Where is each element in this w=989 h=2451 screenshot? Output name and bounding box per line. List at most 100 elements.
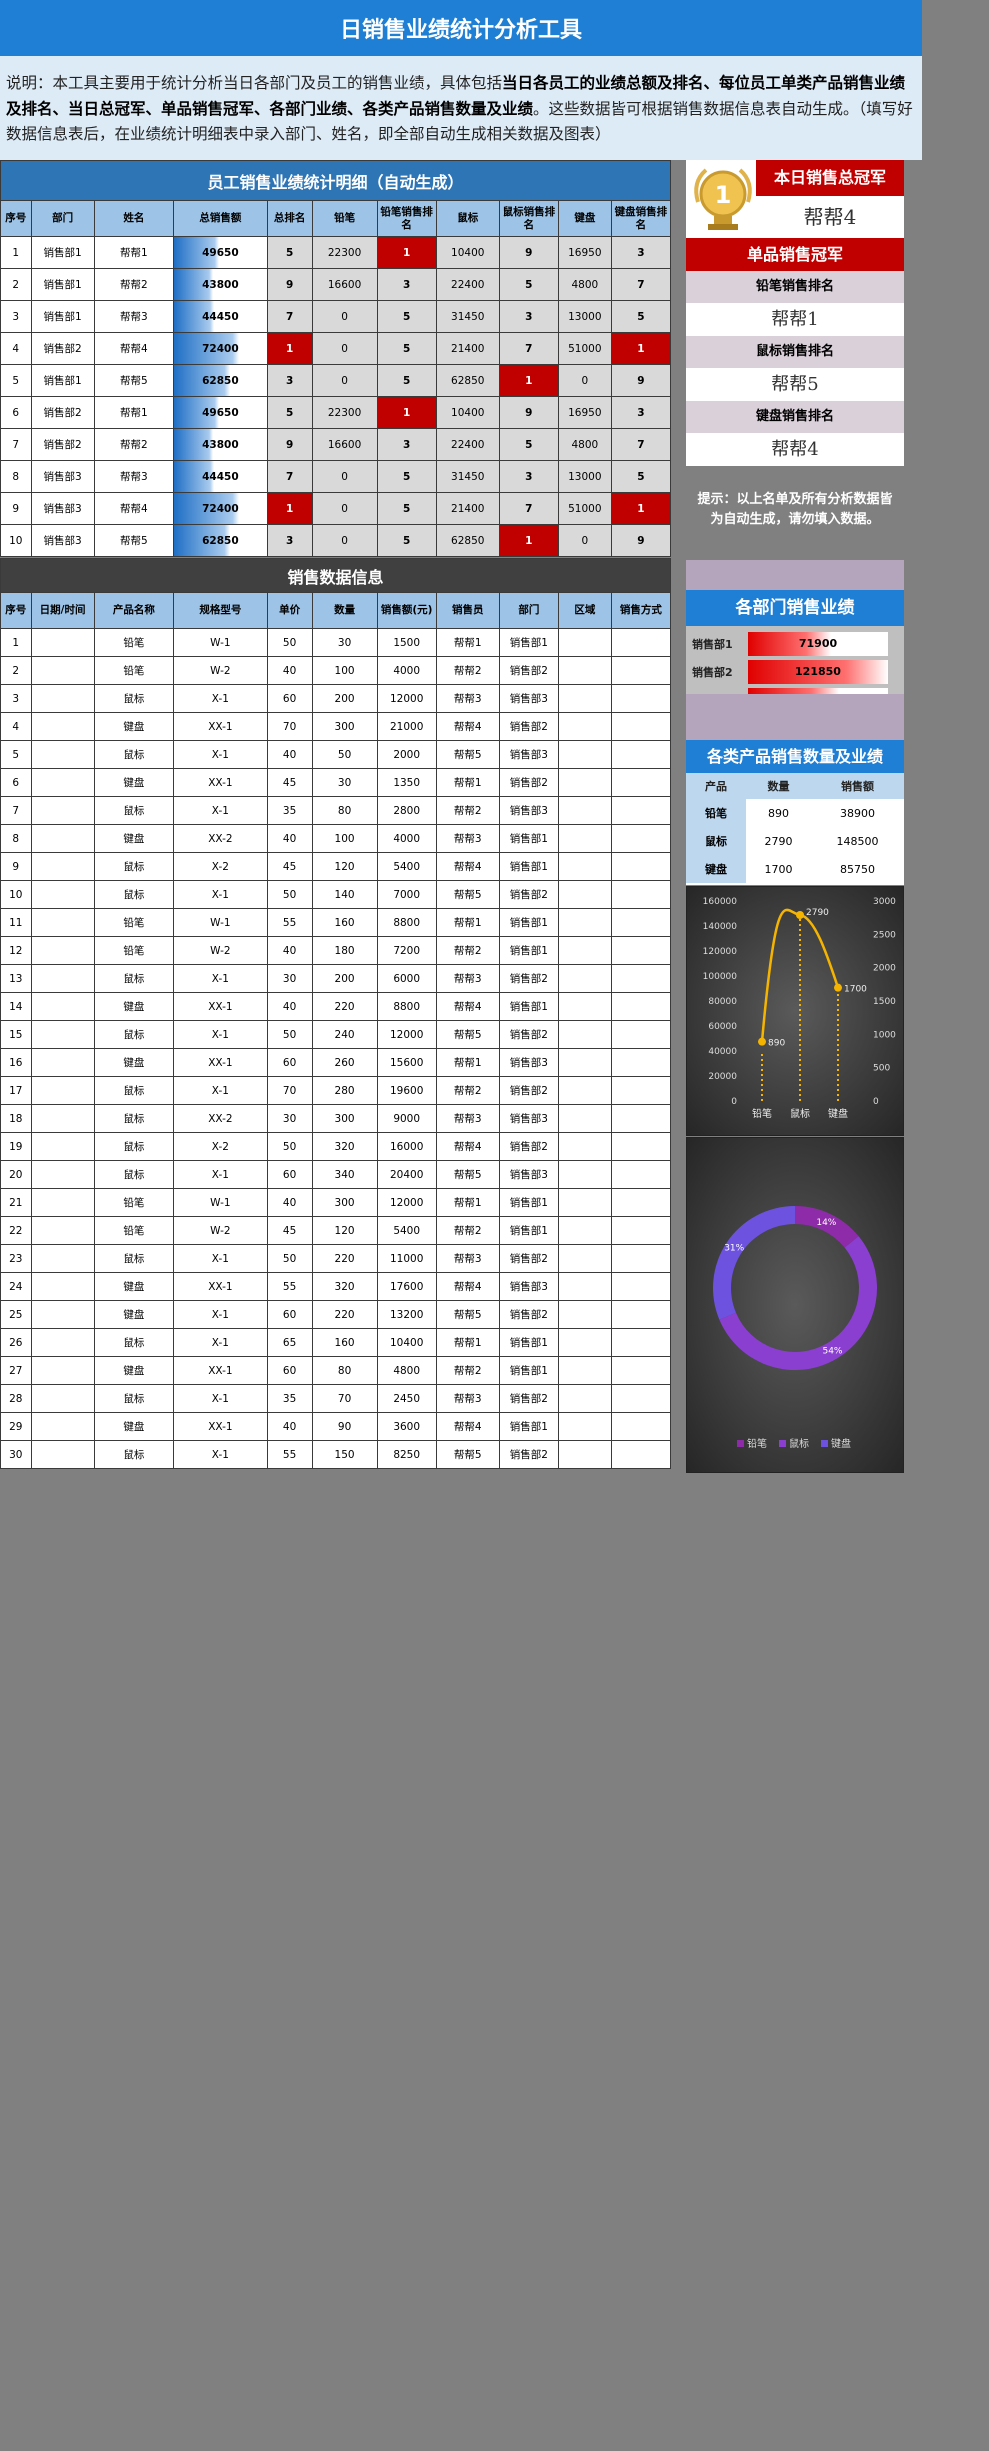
table-cell[interactable] (557, 1300, 612, 1329)
table-cell[interactable]: 140 (311, 880, 378, 909)
table-cell[interactable]: 帮帮2 (435, 936, 500, 965)
table-cell[interactable]: 键盘 (93, 1048, 175, 1077)
table-cell[interactable] (610, 824, 672, 853)
table-cell[interactable]: 200 (311, 964, 378, 993)
table-cell[interactable]: 2 (0, 656, 32, 685)
table-cell[interactable]: 11000 (376, 1244, 437, 1273)
table-cell[interactable]: 40 (266, 1188, 313, 1217)
table-cell[interactable]: 铅笔 (93, 1188, 175, 1217)
table-cell[interactable] (610, 1020, 672, 1049)
table-cell[interactable]: 60 (266, 1356, 313, 1385)
table-cell[interactable]: 销售部3 (498, 1272, 559, 1301)
table-cell[interactable]: 帮帮2 (435, 796, 500, 825)
table-cell[interactable]: 90 (311, 1412, 378, 1441)
table-cell[interactable]: 铅笔 (93, 656, 175, 685)
table-cell[interactable] (557, 1244, 612, 1273)
table-cell[interactable]: 30 (311, 768, 378, 797)
table-cell[interactable] (30, 1160, 95, 1189)
table-cell[interactable]: 7 (0, 796, 32, 825)
table-cell[interactable]: W-1 (173, 908, 268, 937)
table-cell[interactable]: 300 (311, 1104, 378, 1133)
table-cell[interactable]: 35 (266, 1384, 313, 1413)
table-cell[interactable]: XX-1 (173, 712, 268, 741)
table-cell[interactable] (610, 1104, 672, 1133)
table-cell[interactable]: 帮帮3 (435, 1384, 500, 1413)
table-cell[interactable]: XX-1 (173, 1272, 268, 1301)
table-cell[interactable]: 3600 (376, 1412, 437, 1441)
table-cell[interactable]: 24 (0, 1272, 32, 1301)
table-cell[interactable] (30, 740, 95, 769)
table-cell[interactable]: 销售部2 (498, 768, 559, 797)
table-cell[interactable]: 60 (266, 684, 313, 713)
table-cell[interactable]: 销售部3 (498, 1160, 559, 1189)
table-cell[interactable]: 帮帮2 (435, 1076, 500, 1105)
table-cell[interactable]: 帮帮1 (435, 908, 500, 937)
table-cell[interactable]: 键盘 (93, 1412, 175, 1441)
table-cell[interactable] (610, 1440, 672, 1469)
table-cell[interactable]: 销售部2 (498, 712, 559, 741)
table-cell[interactable]: X-1 (173, 880, 268, 909)
table-cell[interactable]: 40 (266, 936, 313, 965)
table-cell[interactable]: 帮帮5 (435, 1440, 500, 1469)
table-cell[interactable]: 21 (0, 1188, 32, 1217)
table-cell[interactable] (557, 1440, 612, 1469)
table-cell[interactable]: 4000 (376, 656, 437, 685)
table-cell[interactable]: 18 (0, 1104, 32, 1133)
table-cell[interactable]: 销售部3 (498, 1048, 559, 1077)
table-cell[interactable]: 60 (266, 1160, 313, 1189)
table-cell[interactable]: 120 (311, 1216, 378, 1245)
table-cell[interactable]: 13200 (376, 1300, 437, 1329)
table-cell[interactable]: 12000 (376, 1188, 437, 1217)
table-cell[interactable]: X-1 (173, 1160, 268, 1189)
table-cell[interactable] (30, 852, 95, 881)
table-cell[interactable]: 销售部2 (498, 1384, 559, 1413)
table-cell[interactable] (610, 1188, 672, 1217)
table-cell[interactable]: 帮帮2 (435, 1356, 500, 1385)
table-cell[interactable] (30, 880, 95, 909)
table-cell[interactable]: X-2 (173, 1132, 268, 1161)
table-cell[interactable]: 帮帮3 (435, 684, 500, 713)
table-cell[interactable]: 销售部2 (498, 1020, 559, 1049)
table-cell[interactable]: 键盘 (93, 768, 175, 797)
table-cell[interactable] (610, 1300, 672, 1329)
table-cell[interactable]: 160 (311, 908, 378, 937)
table-cell[interactable]: 销售部1 (498, 992, 559, 1021)
table-cell[interactable]: 鼠标 (93, 1384, 175, 1413)
table-cell[interactable]: 销售部1 (498, 1328, 559, 1357)
table-cell[interactable] (30, 1020, 95, 1049)
table-cell[interactable] (30, 1412, 95, 1441)
table-cell[interactable]: 15 (0, 1020, 32, 1049)
table-cell[interactable]: 键盘 (93, 712, 175, 741)
table-cell[interactable]: 鼠标 (93, 740, 175, 769)
table-cell[interactable]: 鼠标 (93, 1020, 175, 1049)
table-cell[interactable] (30, 1272, 95, 1301)
table-cell[interactable]: 320 (311, 1272, 378, 1301)
table-cell[interactable] (557, 1384, 612, 1413)
table-cell[interactable]: 35 (266, 796, 313, 825)
table-cell[interactable]: 帮帮4 (435, 1272, 500, 1301)
table-cell[interactable]: 220 (311, 992, 378, 1021)
table-cell[interactable] (557, 992, 612, 1021)
table-cell[interactable] (30, 1132, 95, 1161)
table-cell[interactable]: 鼠标 (93, 1104, 175, 1133)
table-cell[interactable]: 20400 (376, 1160, 437, 1189)
table-cell[interactable]: XX-2 (173, 1104, 268, 1133)
table-cell[interactable]: 160 (311, 1328, 378, 1357)
table-cell[interactable]: 帮帮4 (435, 1132, 500, 1161)
table-cell[interactable]: 120 (311, 852, 378, 881)
table-cell[interactable]: 6 (0, 768, 32, 797)
table-cell[interactable]: 55 (266, 1272, 313, 1301)
table-cell[interactable]: 7200 (376, 936, 437, 965)
table-cell[interactable]: 180 (311, 936, 378, 965)
table-cell[interactable]: XX-1 (173, 1356, 268, 1385)
table-cell[interactable] (557, 1048, 612, 1077)
table-cell[interactable]: X-1 (173, 1300, 268, 1329)
table-cell[interactable]: 键盘 (93, 992, 175, 1021)
table-cell[interactable]: 50 (266, 1020, 313, 1049)
table-cell[interactable] (30, 1188, 95, 1217)
table-cell[interactable]: 鼠标 (93, 880, 175, 909)
table-cell[interactable]: X-1 (173, 684, 268, 713)
table-cell[interactable]: W-1 (173, 628, 268, 657)
table-cell[interactable]: 鼠标 (93, 796, 175, 825)
table-cell[interactable] (610, 1132, 672, 1161)
